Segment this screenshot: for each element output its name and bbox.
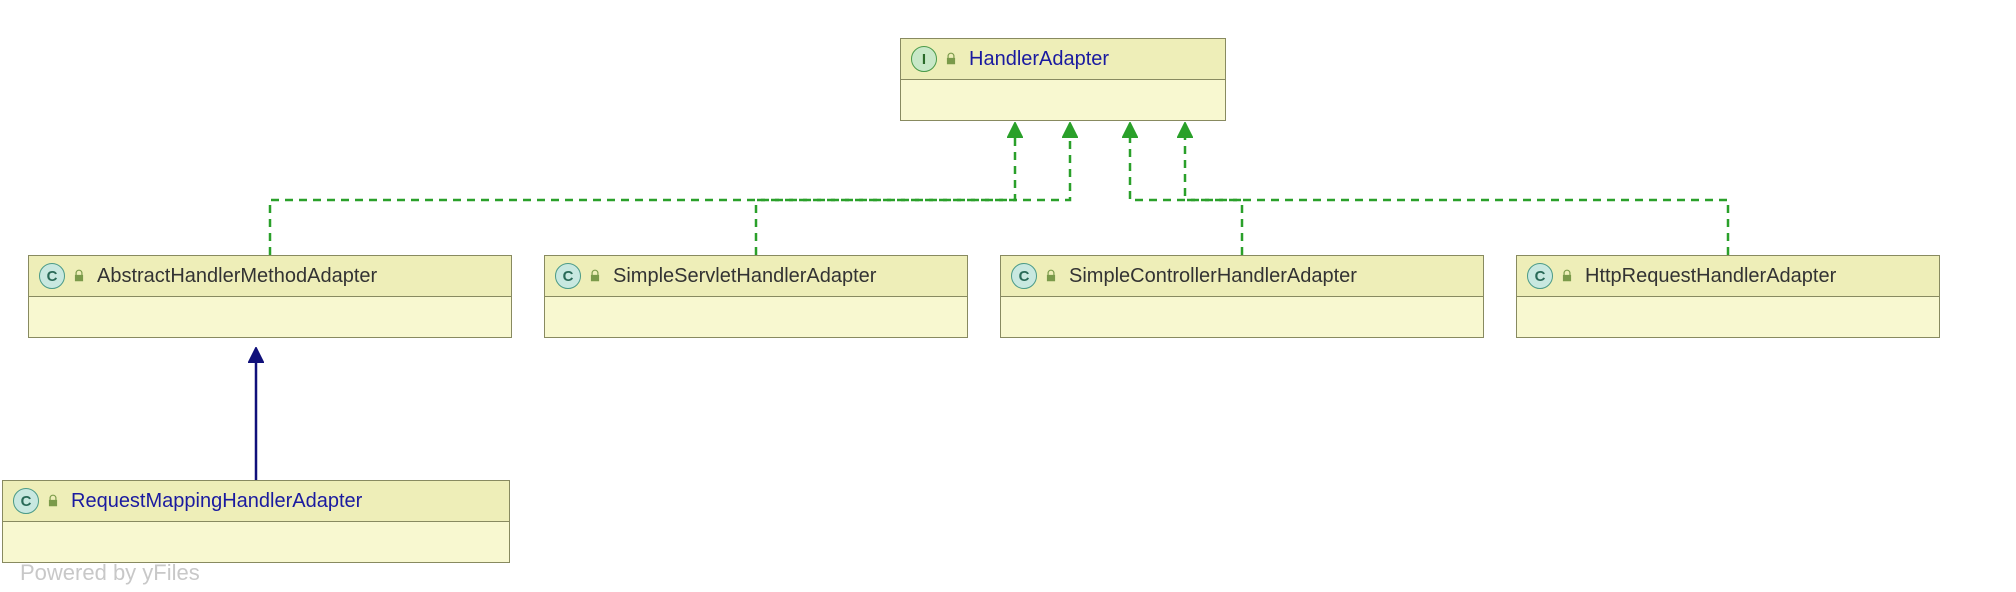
- type-name: AbstractHandlerMethodAdapter: [97, 265, 377, 288]
- class-icon: C: [1011, 263, 1037, 289]
- lock-icon: [45, 493, 61, 509]
- node-simple-controller-handler-adapter[interactable]: C SimpleControllerHandlerAdapter: [1000, 255, 1484, 338]
- lock-icon: [1559, 268, 1575, 284]
- edge-implements: [756, 130, 1070, 255]
- type-name: SimpleControllerHandlerAdapter: [1069, 265, 1357, 288]
- lock-icon: [587, 268, 603, 284]
- node-request-mapping-handler-adapter[interactable]: C RequestMappingHandlerAdapter: [2, 480, 510, 563]
- type-name: HttpRequestHandlerAdapter: [1585, 265, 1836, 288]
- node-body: [545, 297, 967, 337]
- node-body: [1001, 297, 1483, 337]
- node-header: C SimpleServletHandlerAdapter: [545, 256, 967, 297]
- node-body: [3, 522, 509, 562]
- node-handler-adapter[interactable]: I HandlerAdapter: [900, 38, 1226, 121]
- edge-implements: [270, 130, 1015, 255]
- node-header: C AbstractHandlerMethodAdapter: [29, 256, 511, 297]
- diagram-canvas: I HandlerAdapter C AbstractHandlerMethod…: [0, 0, 2016, 592]
- footer-attribution: Powered by yFiles: [20, 560, 200, 586]
- type-name: HandlerAdapter: [969, 48, 1109, 71]
- class-icon: C: [555, 263, 581, 289]
- node-header: C SimpleControllerHandlerAdapter: [1001, 256, 1483, 297]
- node-header: C RequestMappingHandlerAdapter: [3, 481, 509, 522]
- node-body: [29, 297, 511, 337]
- node-body: [1517, 297, 1939, 337]
- edge-implements: [1185, 130, 1728, 255]
- node-http-request-handler-adapter[interactable]: C HttpRequestHandlerAdapter: [1516, 255, 1940, 338]
- node-header: C HttpRequestHandlerAdapter: [1517, 256, 1939, 297]
- edge-implements: [1130, 130, 1242, 255]
- class-icon: C: [39, 263, 65, 289]
- node-body: [901, 80, 1225, 120]
- type-name: SimpleServletHandlerAdapter: [613, 265, 876, 288]
- class-icon: C: [13, 488, 39, 514]
- lock-icon: [943, 51, 959, 67]
- node-abstract-handler-method-adapter[interactable]: C AbstractHandlerMethodAdapter: [28, 255, 512, 338]
- lock-icon: [1043, 268, 1059, 284]
- node-header: I HandlerAdapter: [901, 39, 1225, 80]
- interface-icon: I: [911, 46, 937, 72]
- type-name: RequestMappingHandlerAdapter: [71, 490, 362, 513]
- node-simple-servlet-handler-adapter[interactable]: C SimpleServletHandlerAdapter: [544, 255, 968, 338]
- lock-icon: [71, 268, 87, 284]
- class-icon: C: [1527, 263, 1553, 289]
